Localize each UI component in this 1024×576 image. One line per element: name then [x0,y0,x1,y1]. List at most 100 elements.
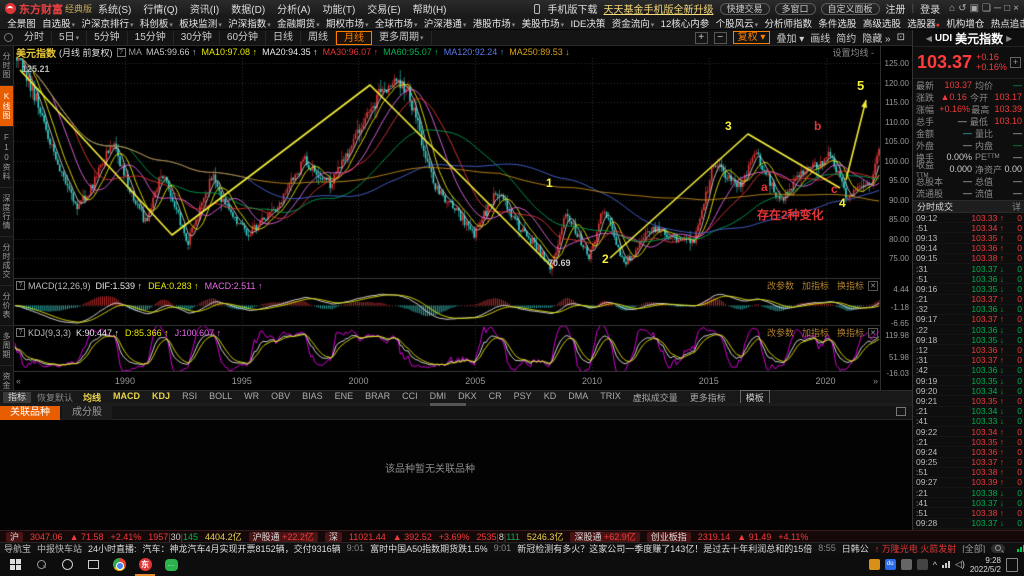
scroll-left-icon[interactable]: « [16,376,21,386]
search-input[interactable] [991,544,1005,553]
window-control-icon[interactable]: ▣ [970,3,979,14]
period-tab-60分钟[interactable]: 60分钟 [220,31,266,45]
flow-chip-沪股通[interactable]: 沪股通 +22.2亿 [249,532,318,542]
ticker-item[interactable]: 24小时直播: [88,542,137,553]
tool-+[interactable]: + [695,32,708,44]
tray-icon[interactable] [917,559,928,570]
nav-item-12核心内参[interactable]: 12核心内参 [661,17,710,30]
volume-icon[interactable]: ◁) [955,559,965,570]
indicator-tab-CCI[interactable]: CCI [402,391,418,404]
close-icon[interactable]: ✕ [868,281,878,291]
index-chip-深[interactable]: 深 [325,532,342,542]
pill-自定义面板[interactable]: 自定义面板 [821,3,880,15]
start-button[interactable] [2,553,28,576]
nav-item-板块监测[interactable]: 板块监测▾ [179,17,222,30]
reset-default-button[interactable]: 恢复默认 [37,391,73,404]
baidu-netdisk-icon[interactable]: du [885,559,896,570]
fund-promo-link[interactable]: 天天基金手机版全新升级 [604,1,714,16]
ticker-item[interactable]: 中报快车站 [37,542,82,553]
menu-资讯(I)[interactable]: 资讯(I) [190,1,219,16]
sidebar-item-分价表[interactable]: 分价表 [0,286,13,326]
menu-帮助(H)[interactable]: 帮助(H) [413,1,447,16]
nav-item-美股市场[interactable]: 美股市场▾ [522,17,565,30]
indicator-tab-TRIX[interactable]: TRIX [600,391,621,404]
notification-center-icon[interactable] [1006,558,1018,572]
indicator-tab-DKX[interactable]: DKX [458,391,477,404]
nav-item-个股风云[interactable]: 个股风云▾ [716,17,759,30]
pane-button-加指标[interactable]: 加指标 [802,326,829,339]
prev-symbol-icon[interactable]: ◀ [926,34,932,43]
cortana-icon[interactable] [54,553,80,576]
menu-功能(T)[interactable]: 功能(T) [323,1,356,16]
window-control-icon[interactable]: □ [1004,3,1010,14]
eastmoney-app-icon[interactable]: 东 [132,553,158,576]
ticker-item[interactable]: 汽车：神龙汽车4月实现开票8152辆，交付9316辆 [143,542,341,553]
help-icon[interactable]: ? [117,48,126,57]
wechat-icon[interactable]: … [158,553,184,576]
nav-item-港股市场[interactable]: 港股市场▾ [473,17,516,30]
ticker-item[interactable]: [全部] [962,542,985,553]
indicator-tab-BIAS[interactable]: BIAS [302,391,323,404]
nav-item-金融期货[interactable]: 金融期货▾ [277,17,320,30]
indicator-tab-PSY[interactable]: PSY [514,391,532,404]
menu-交易(E)[interactable]: 交易(E) [367,1,400,16]
index-chip-创业板指[interactable]: 创业板指 [647,532,691,542]
ticker-item[interactable]: 富时中国A50指数期货跌1.5% [370,542,488,553]
panel-layout-icon[interactable] [896,407,906,416]
menu-分析(A)[interactable]: 分析(A) [277,1,310,16]
tool-−[interactable]: − [714,32,727,44]
ticker-item[interactable]: 新冠检测有多火？这家公司一季度赚了143亿！是过去十年利润总和的15倍 [517,542,812,553]
taskbar-search-icon[interactable] [28,553,54,576]
nav-item-科创板[interactable]: 科创板▾ [140,17,173,30]
indicator-tab-DMA[interactable]: DMA [568,391,588,404]
nav-item-期权市场[interactable]: 期权市场▾ [326,17,369,30]
main-chart-canvas[interactable] [14,58,880,372]
nav-item-机构增仓[interactable]: 机构增仓 [946,17,984,30]
pane-button-改参数[interactable]: 改参数 [767,279,794,292]
indicator-tab-均线[interactable]: 均线 [83,391,101,404]
ticker-item[interactable]: 9:01 [347,543,365,553]
menu-行情(Q)[interactable]: 行情(Q) [143,1,177,16]
sub-tab-关联品种[interactable]: 关联品种 [0,406,60,420]
window-control-icon[interactable]: × [1013,3,1019,14]
login-link[interactable]: 登录 [920,1,940,16]
indicator-tab-ENE[interactable]: ENE [335,391,354,404]
indicator-tab-RSI[interactable]: RSI [182,391,197,404]
pill-快捷交易[interactable]: 快捷交易 [720,3,770,15]
sidebar-item-多周期[interactable]: 多周期 [0,326,13,366]
nav-item-沪深港通[interactable]: 沪深港通▾ [424,17,467,30]
nav-item-热点追击[interactable]: 热点追击 [991,17,1024,30]
pane-button-换指标[interactable]: 换指标 [837,326,864,339]
tray-expand-icon[interactable]: ^ [933,560,937,570]
pane-button-换指标[interactable]: 换指标 [837,279,864,292]
nav-item-选股器[interactable]: 选股器● [907,17,940,30]
indicator-tab-WR[interactable]: WR [244,391,259,404]
tool-画线[interactable]: 画线 [810,30,830,45]
tool-⊡[interactable]: ⊡ [897,32,905,43]
nav-item-资金流向[interactable]: 资金流向▾ [612,17,655,30]
period-tab-日线[interactable]: 日线 [266,31,301,45]
index-chip-沪[interactable]: 沪 [6,532,23,542]
tool-隐藏 »[interactable]: 隐藏 » [862,30,890,45]
taskbar-clock[interactable]: 9:28 2022/5/2 [970,556,1001,574]
sidebar-item-分时图[interactable]: 分时图 [0,46,13,86]
indicator-tab-OBV[interactable]: OBV [271,391,290,404]
sidebar-item-F10资料[interactable]: F10资料 [0,127,13,188]
period-tab-周线[interactable]: 周线 [301,31,336,45]
indicator-tab-更多指标[interactable]: 更多指标 [690,391,726,404]
period-tab-5分钟[interactable]: 5分钟 [87,31,128,45]
indicator-tab-KD[interactable]: KD [544,391,557,404]
sidebar-item-深度行情[interactable]: 深度行情 [0,188,13,237]
period-tab-分时[interactable]: 分时 [17,31,52,45]
ticker-item[interactable]: 9:01 [494,543,512,553]
mobile-download-link[interactable]: 手机版下载 [548,1,598,16]
pane-button-加指标[interactable]: 加指标 [802,279,829,292]
period-tab-30分钟[interactable]: 30分钟 [174,31,220,45]
nav-item-条件选股[interactable]: 条件选股 [818,17,856,30]
nav-item-全球市场[interactable]: 全球市场▾ [375,17,418,30]
tool-叠加 ▾[interactable]: 叠加 ▾ [776,30,804,45]
indicator-tab-BRAR[interactable]: BRAR [365,391,390,404]
indicator-tab-CR[interactable]: CR [489,391,502,404]
ma-settings-button[interactable]: 设置均线 - [833,46,875,59]
indicator-tab-虚拟成交量[interactable]: 虚拟成交量 [633,391,678,404]
